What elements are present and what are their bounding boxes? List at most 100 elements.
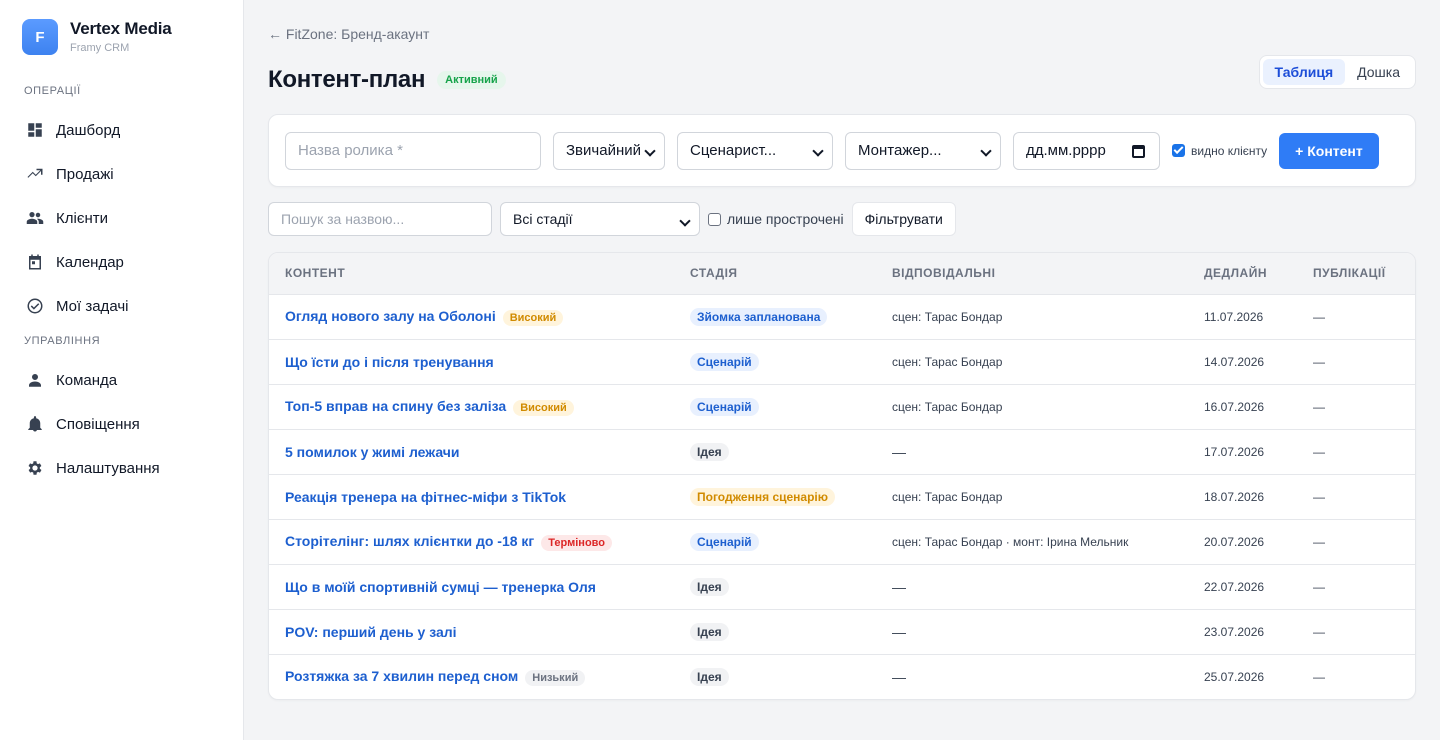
cell-deadline: 16.07.2026: [1204, 399, 1265, 414]
stage-badge: Зйомка запланована: [690, 307, 828, 326]
cell-responsible: сцен: Тарас Бондар: [892, 354, 1003, 369]
deadline-date-input[interactable]: дд.мм.рррр: [1013, 131, 1160, 170]
sidebar-item-label: Клієнти: [56, 209, 109, 227]
cell-stage: Зйомка запланована: [674, 294, 876, 339]
title-input[interactable]: Назва ролика *: [285, 131, 541, 170]
content-title-link[interactable]: Що їсти до і після тренування: [285, 354, 494, 370]
view-toggle: Таблиця Дошка: [1258, 55, 1416, 89]
sidebar-item[interactable]: Клієнти: [0, 196, 243, 240]
column-header-deadline[interactable]: ДЕДЛАЙН: [1188, 253, 1297, 295]
overdue-checkbox[interactable]: лише прострочені: [708, 211, 844, 227]
cell-deadline: 25.07.2026: [1204, 669, 1265, 684]
content-title-link[interactable]: POV: перший день у залі: [285, 624, 457, 640]
cell-stage: Ідея: [674, 654, 876, 699]
table-row[interactable]: Що їсти до і після тренування Сценарій сце…: [269, 339, 1415, 384]
checkbox-unchecked-icon[interactable]: [708, 212, 721, 226]
column-header-stage[interactable]: СТАДІЯ: [674, 253, 876, 295]
table-row[interactable]: Реакція тренера на фітнес-міфи з TikTok П…: [269, 474, 1415, 519]
brand-logo: F: [22, 19, 58, 55]
stage-filter-select[interactable]: Всі стадії: [500, 202, 700, 236]
add-content-button[interactable]: + Контент: [1279, 132, 1379, 169]
people-icon: [26, 209, 44, 227]
status-badge: Активний: [437, 71, 506, 89]
stage-badge: Ідея: [690, 667, 729, 686]
cell-publications: —: [1313, 489, 1325, 504]
trending-up-icon: [26, 165, 44, 183]
editor-select[interactable]: Монтажер...: [845, 131, 1001, 170]
stage-badge: Ідея: [690, 442, 729, 461]
content-title-link[interactable]: Розтяжка за 7 хвилин перед сном: [285, 668, 518, 684]
tab-board[interactable]: Дошка: [1345, 59, 1412, 85]
cell-responsible: —: [892, 668, 906, 685]
cell-content: Що їсти до і після тренування: [269, 339, 674, 384]
cell-publications: —: [1313, 399, 1325, 414]
cell-publications: —: [1313, 579, 1325, 594]
scriptwriter-select[interactable]: Сценарист...: [677, 131, 833, 170]
cell-content: Огляд нового залу на Оболоні Високий: [269, 294, 674, 339]
brand-subtitle: Framy CRM: [70, 42, 130, 54]
check-circle-icon: [26, 297, 44, 315]
cell-responsible: —: [892, 443, 906, 460]
table-header: КОНТЕНТ СТАДІЯ ВІДПОВІДАЛЬНІ ДЕДЛАЙН ПУБ…: [269, 253, 1415, 295]
content-title-link[interactable]: Огляд нового залу на Оболоні: [285, 308, 496, 324]
cell-deadline: 14.07.2026: [1204, 354, 1265, 369]
nav-section-title: УПРАВЛІННЯ: [24, 335, 101, 347]
sidebar-item[interactable]: Команда: [0, 358, 243, 402]
column-header-content[interactable]: КОНТЕНТ: [269, 253, 674, 295]
filter-button[interactable]: Фільтрувати: [851, 202, 956, 236]
table-row[interactable]: 5 помилок у жимі лежачи Ідея — 17.07.2026 —: [269, 429, 1415, 474]
cell-responsible: сцен: Тарас Бондар · монт: Ірина Мельник: [892, 534, 1129, 549]
content-title-link[interactable]: Реакція тренера на фітнес-міфи з TikTok: [285, 489, 566, 505]
cell-stage: Ідея: [674, 564, 876, 609]
table-row[interactable]: Огляд нового залу на Оболоні Високий Зйомк…: [269, 294, 1415, 339]
sidebar-item-label: Команда: [56, 371, 118, 389]
main-content: ← FitZone: Бренд-акаунт Контент-план Акт…: [244, 0, 1440, 740]
column-header-responsible[interactable]: ВІДПОВІДАЛЬНІ: [876, 253, 1188, 295]
stage-badge: Сценарій: [690, 532, 759, 551]
priority-badge: Терміново: [541, 534, 613, 551]
cell-responsible: —: [892, 578, 906, 595]
cell-stage: Сценарій: [674, 519, 876, 564]
calendar-icon[interactable]: [1132, 144, 1145, 158]
cell-responsible: сцен: Тарас Бондар: [892, 399, 1003, 414]
tab-table[interactable]: Таблиця: [1262, 59, 1346, 85]
table-row[interactable]: Розтяжка за 7 хвилин перед сном Низький Ід…: [269, 654, 1415, 699]
format-select[interactable]: Звичайний: [553, 131, 665, 170]
sidebar-item[interactable]: Мої задачі: [0, 284, 243, 328]
gear-icon: [26, 459, 44, 477]
table-row[interactable]: Топ-5 вправ на спину без заліза Високий Сц…: [269, 384, 1415, 429]
brand-name: Vertex Media: [70, 19, 172, 38]
content-title-link[interactable]: Сторітелінг: шлях клієнтки до -18 кг: [285, 533, 534, 549]
page-title: Контент-план: [268, 66, 426, 93]
table-row[interactable]: Сторітелінг: шлях клієнтки до -18 кг Терм…: [269, 519, 1415, 564]
dashboard-icon: [26, 121, 44, 139]
table-row[interactable]: Що в моїй спортивній сумці — тренерка Ол…: [269, 564, 1415, 609]
sidebar-item[interactable]: Налаштування: [0, 446, 243, 490]
cell-content: Що в моїй спортивній сумці — тренерка Ол…: [269, 564, 674, 609]
sidebar-item[interactable]: Календар: [0, 240, 243, 284]
cell-publications: —: [1313, 534, 1325, 549]
search-input[interactable]: Пошук за назвою...: [268, 202, 492, 236]
sidebar-item-label: Сповіщення: [56, 415, 140, 433]
content-title-link[interactable]: 5 помилок у жимі лежачи: [285, 444, 460, 460]
cell-responsible: —: [892, 623, 906, 640]
table-row[interactable]: POV: перший день у залі Ідея — 23.07.2026 —: [269, 609, 1415, 654]
cell-publications: —: [1313, 624, 1325, 639]
sidebar-item-label: Мої задачі: [56, 297, 129, 315]
cell-deadline: 17.07.2026: [1204, 444, 1265, 459]
cell-stage: Сценарій: [674, 384, 876, 429]
sidebar-item[interactable]: Сповіщення: [0, 402, 243, 446]
brand: F Vertex Media Framy CRM: [0, 18, 243, 56]
checkbox-checked-icon[interactable]: [1172, 144, 1185, 157]
content-title-link[interactable]: Топ-5 вправ на спину без заліза: [285, 398, 506, 414]
stage-badge: Сценарій: [690, 397, 759, 416]
sidebar-item[interactable]: Дашборд: [0, 108, 243, 152]
cell-deadline: 11.07.2026: [1204, 309, 1264, 324]
sidebar-item[interactable]: Продажі: [0, 152, 243, 196]
title-row: Контент-план Активний: [268, 60, 1416, 100]
client-visible-checkbox[interactable]: видно клієнту: [1172, 144, 1267, 158]
content-title-link[interactable]: Що в моїй спортивній сумці — тренерка Ол…: [285, 579, 596, 595]
column-header-publications[interactable]: ПУБЛІКАЦІЇ: [1297, 253, 1415, 295]
back-link[interactable]: ← FitZone: Бренд-акаунт: [268, 24, 429, 44]
bell-icon: [26, 415, 44, 433]
